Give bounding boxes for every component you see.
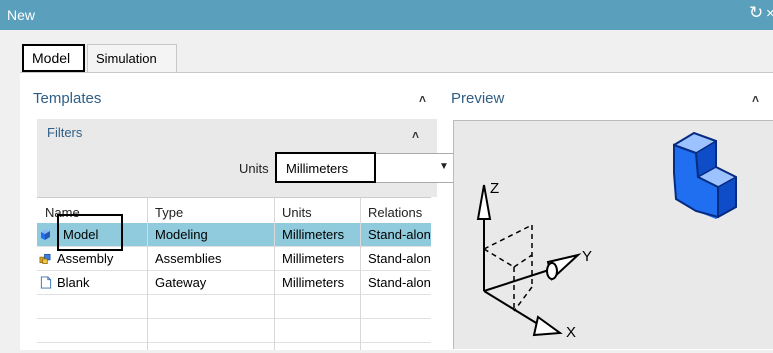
z-axis-label: Z xyxy=(490,180,499,197)
row-type: Gateway xyxy=(155,275,207,290)
templates-title: Templates xyxy=(33,90,102,107)
column-divider xyxy=(147,220,148,350)
filters-title: Filters xyxy=(47,125,83,140)
column-divider xyxy=(147,198,148,220)
model-part-icon xyxy=(41,229,50,240)
column-header-relations[interactable]: Relations xyxy=(368,205,431,220)
window-title: New xyxy=(7,7,36,23)
preview-area: Z Y X xyxy=(453,120,773,349)
model-highlight-box xyxy=(57,214,123,251)
units-value: Millimeters xyxy=(286,161,349,176)
column-divider xyxy=(274,220,275,350)
dashed-box xyxy=(483,224,533,312)
cube-icon xyxy=(673,131,737,219)
filters-panel: Filters ˄ Units Millimeters ▼ xyxy=(37,119,455,197)
tab-simulation[interactable]: Simulation xyxy=(87,44,177,72)
row-type: Modeling xyxy=(155,227,208,242)
caret-down-icon[interactable]: ▼ xyxy=(439,161,449,172)
row-relations: Stand-alone xyxy=(368,251,430,266)
row-relations: Stand-alone xyxy=(368,275,430,290)
refresh-icon[interactable]: ↻ xyxy=(749,3,763,23)
close-icon[interactable]: × xyxy=(766,5,773,22)
column-header-units[interactable]: Units xyxy=(282,205,312,220)
row-units: Millimeters xyxy=(282,251,345,266)
row-name: Assembly xyxy=(57,251,114,266)
preview-collapse-icon[interactable]: ˄ xyxy=(752,92,759,106)
row-units: Millimeters xyxy=(282,227,345,242)
y-axis-label: Y xyxy=(582,248,592,265)
blank-document-icon xyxy=(40,276,52,289)
table-row-empty xyxy=(37,319,431,343)
assembly-icon xyxy=(39,253,51,264)
row-relations: Stand-alone xyxy=(368,227,430,242)
column-divider xyxy=(360,198,361,220)
units-dropdown[interactable]: Millimeters ▼ xyxy=(275,152,455,183)
axis-triad xyxy=(476,184,582,337)
preview-image: Z Y X xyxy=(476,131,737,341)
row-type: Assemblies xyxy=(155,251,222,266)
templates-collapse-icon[interactable]: ˄ xyxy=(419,92,426,106)
units-label: Units xyxy=(239,161,269,176)
row-name: Blank xyxy=(57,275,90,290)
tab-model[interactable]: Model xyxy=(22,44,85,72)
table-row-empty xyxy=(37,295,431,319)
x-axis-label: X xyxy=(566,324,576,341)
row-units: Millimeters xyxy=(282,275,345,290)
preview-title: Preview xyxy=(451,90,505,107)
table-row[interactable]: Blank Gateway Millimeters Stand-alone xyxy=(37,271,431,295)
filters-collapse-icon[interactable]: ˄ xyxy=(412,128,419,142)
column-divider xyxy=(274,198,275,220)
column-header-type[interactable]: Type xyxy=(155,205,183,220)
title-bar: New ↻ × xyxy=(0,0,773,30)
column-divider xyxy=(360,220,361,350)
